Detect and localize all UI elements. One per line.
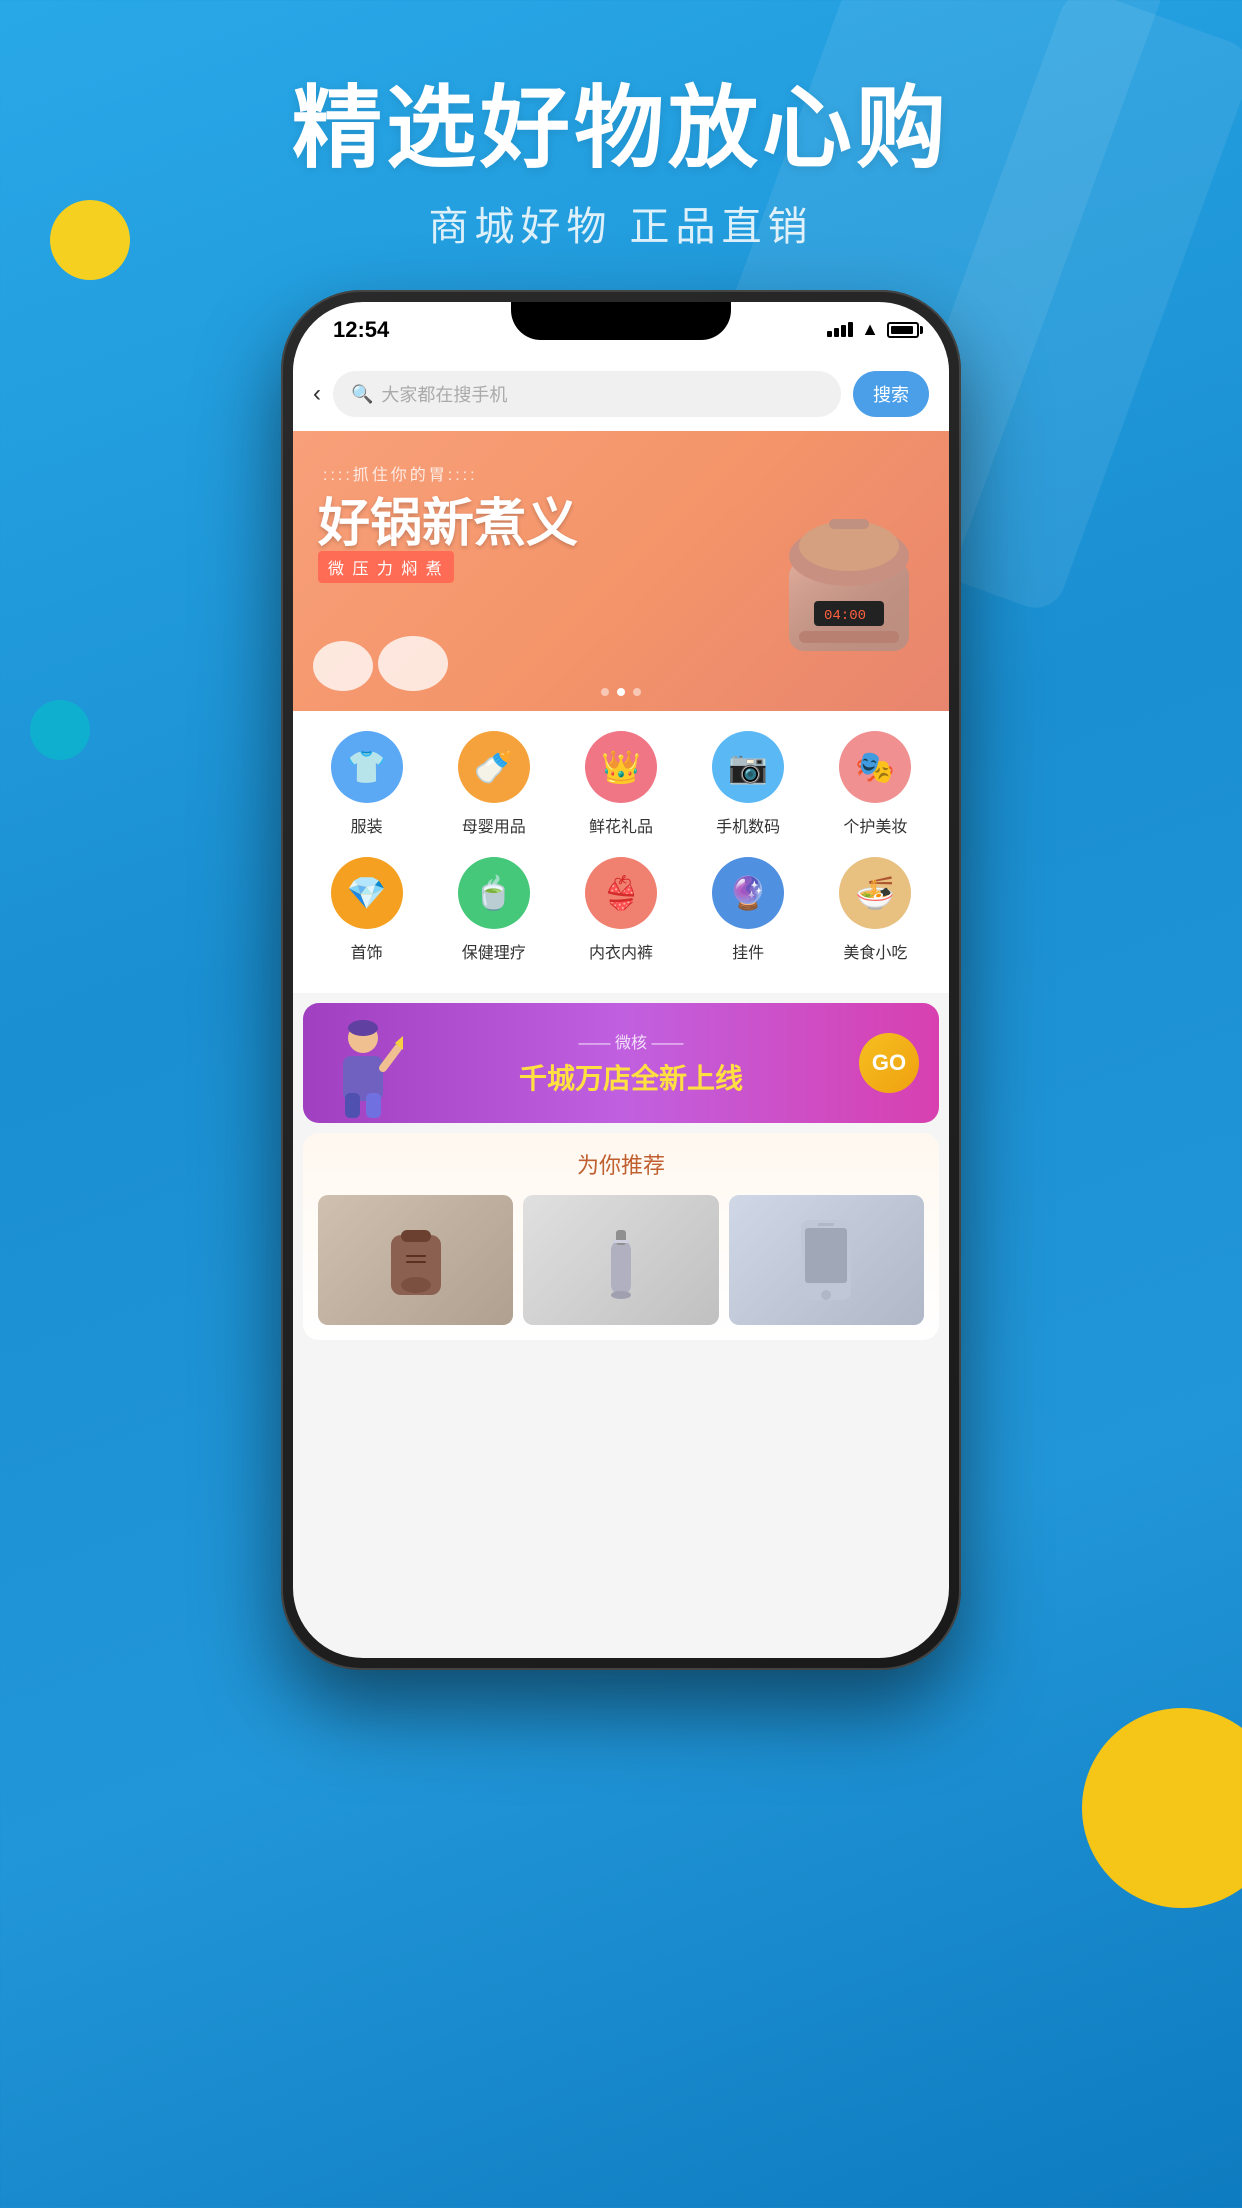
flowers-icon: 👑	[585, 731, 657, 803]
decor-circle-yellow-bottom	[1082, 1708, 1242, 1908]
phone-image	[729, 1195, 924, 1325]
signal-bar-2	[834, 328, 839, 337]
promo-banner[interactable]: —— 微核 —— 千城万店全新上线 GO	[303, 1003, 939, 1123]
jewelry-label: 首饰	[351, 939, 383, 963]
health-label: 保健理疗	[462, 939, 526, 963]
search-bar: ‹ 🔍 大家都在搜手机 搜索	[293, 357, 949, 431]
page-subtitle: 商城好物 正品直销	[0, 194, 1242, 252]
status-time: 12:54	[323, 317, 389, 343]
decor-circle-teal	[30, 700, 90, 760]
phone-mockup: 12:54 ▲ ‹	[281, 290, 961, 1670]
search-icon: 🔍	[351, 384, 373, 405]
product-phone-svg	[791, 1210, 861, 1310]
battery-icon	[887, 322, 919, 338]
backpack-svg	[376, 1215, 456, 1305]
category-flowers[interactable]: 👑 鲜花礼品	[571, 731, 671, 837]
beauty-icon: 🎭	[839, 731, 911, 803]
search-button[interactable]: 搜索	[853, 371, 929, 417]
clothing-icon: 👕	[331, 731, 403, 803]
svg-text:04:00: 04:00	[824, 608, 866, 624]
digital-icon: 📷	[712, 731, 784, 803]
screen-content: ‹ 🔍 大家都在搜手机 搜索 ::::抓住你的胃:::: 好锅新煮义 微 压 力…	[293, 357, 949, 1658]
promo-text: —— 微核 —— 千城万店全新上线	[403, 1029, 859, 1097]
category-health[interactable]: 🍵 保健理疗	[444, 857, 544, 963]
signal-bar-1	[827, 331, 832, 337]
banner-indicator	[601, 688, 641, 696]
buns-decoration	[313, 641, 448, 691]
battery-fill	[891, 326, 913, 334]
underwear-label: 内衣内裤	[589, 939, 653, 963]
category-digital[interactable]: 📷 手机数码	[698, 731, 798, 837]
search-placeholder-text: 大家都在搜手机	[381, 381, 507, 407]
banner-dot-2	[617, 688, 625, 696]
category-jewelry[interactable]: 💎 首饰	[317, 857, 417, 963]
category-grid: 👕 服装 🍼 母婴用品 👑 鲜花礼品 📷	[293, 711, 949, 993]
promo-character-svg	[323, 1018, 403, 1118]
recommend-section: 为你推荐	[303, 1133, 939, 1340]
recommend-item-bottle[interactable]	[523, 1195, 718, 1325]
bottle-image	[523, 1195, 718, 1325]
promo-highlight: 全新上线	[631, 1063, 743, 1094]
back-button[interactable]: ‹	[313, 380, 321, 408]
bottle-svg	[591, 1210, 651, 1310]
search-input-area[interactable]: 🔍 大家都在搜手机	[333, 371, 841, 417]
digital-label: 手机数码	[716, 813, 780, 837]
banner-dot-3	[633, 688, 641, 696]
rice-cooker-illustration: 04:00	[769, 441, 929, 641]
category-row-2: 💎 首饰 🍵 保健理疗 👙 内衣内裤 🔮	[303, 857, 939, 963]
phone-screen: 12:54 ▲ ‹	[293, 302, 949, 1658]
pendant-label: 挂件	[732, 939, 764, 963]
flowers-label: 鲜花礼品	[589, 813, 653, 837]
banner-tag: 微 压 力 焖 煮	[318, 551, 454, 583]
signal-bar-4	[848, 322, 853, 337]
pendant-icon: 🔮	[712, 857, 784, 929]
health-icon: 🍵	[458, 857, 530, 929]
signal-bars-icon	[827, 322, 853, 337]
recommend-item-backpack[interactable]	[318, 1195, 513, 1325]
category-food[interactable]: 🍜 美食小吃	[825, 857, 925, 963]
page-title: 精选好物放心购	[0, 80, 1242, 179]
phone-notch	[511, 302, 731, 340]
promo-main-text: 千城万店全新上线	[403, 1057, 859, 1097]
clothing-label: 服装	[351, 813, 383, 837]
category-clothing[interactable]: 👕 服装	[317, 731, 417, 837]
recommend-item-phone[interactable]	[729, 1195, 924, 1325]
product-banner[interactable]: ::::抓住你的胃:::: 好锅新煮义 微 压 力 焖 煮	[293, 431, 949, 711]
promo-brand: —— 微核 ——	[403, 1029, 859, 1053]
promo-go-button[interactable]: GO	[859, 1033, 919, 1093]
category-beauty[interactable]: 🎭 个护美妆	[825, 731, 925, 837]
category-row-1: 👕 服装 🍼 母婴用品 👑 鲜花礼品 📷	[303, 731, 939, 837]
jewelry-icon: 💎	[331, 857, 403, 929]
category-underwear[interactable]: 👙 内衣内裤	[571, 857, 671, 963]
maternal-icon: 🍼	[458, 731, 530, 803]
banner-dot-1	[601, 688, 609, 696]
recommend-title: 为你推荐	[318, 1148, 924, 1180]
banner-title: 好锅新煮义	[318, 481, 578, 556]
backpack-image	[318, 1195, 513, 1325]
food-icon: 🍜	[839, 857, 911, 929]
wifi-icon: ▲	[861, 319, 879, 340]
phone-outer: 12:54 ▲ ‹	[281, 290, 961, 1670]
recommend-grid	[318, 1195, 924, 1325]
cooker-svg: 04:00	[769, 481, 929, 661]
promo-main-label: 千城万店	[519, 1063, 631, 1094]
underwear-icon: 👙	[585, 857, 657, 929]
signal-bar-3	[841, 325, 846, 337]
promo-figure	[323, 1018, 403, 1108]
food-label: 美食小吃	[843, 939, 907, 963]
status-icons: ▲	[827, 319, 919, 340]
category-pendant[interactable]: 🔮 挂件	[698, 857, 798, 963]
category-maternal[interactable]: 🍼 母婴用品	[444, 731, 544, 837]
maternal-label: 母婴用品	[462, 813, 526, 837]
beauty-label: 个护美妆	[843, 813, 907, 837]
header-section: 精选好物放心购 商城好物 正品直销	[0, 80, 1242, 252]
